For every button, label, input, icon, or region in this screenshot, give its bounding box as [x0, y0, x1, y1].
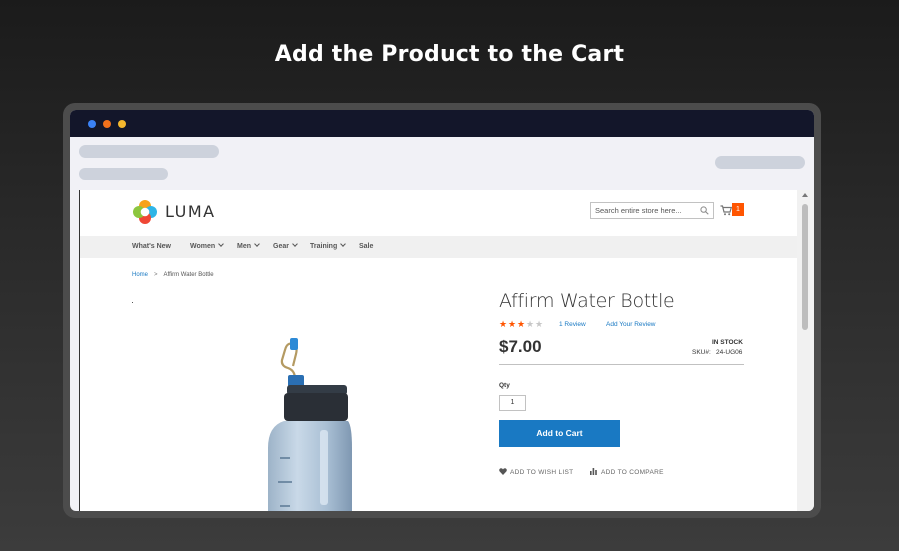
minimize-window-dot[interactable]: [103, 120, 111, 128]
quantity-input[interactable]: 1: [499, 395, 526, 411]
add-to-compare-link[interactable]: ADD TO COMPARE: [590, 468, 664, 476]
search-icon[interactable]: [700, 206, 709, 215]
close-window-dot[interactable]: [88, 120, 96, 128]
scroll-up-arrow-icon[interactable]: [802, 193, 808, 197]
breadcrumb-separator: >: [154, 272, 158, 278]
page-scrollbar[interactable]: [797, 190, 814, 511]
browser-window: LUMA Search entire store here... 1 What'…: [70, 110, 814, 511]
luma-logo-icon[interactable]: [132, 199, 158, 225]
sku-value: 24-UG06: [716, 349, 743, 356]
placeholder-bar: [79, 145, 219, 158]
nav-item-gear[interactable]: Gear: [273, 241, 298, 250]
browser-frame: LUMA Search entire store here... 1 What'…: [63, 103, 821, 518]
page-headline: Add the Product to the Cart: [274, 42, 625, 67]
nav-item-label: Women: [190, 243, 216, 250]
chevron-down-icon: [254, 241, 260, 247]
add-to-cart-button[interactable]: Add to Cart: [499, 420, 620, 447]
nav-item-label: Sale: [359, 243, 374, 250]
nav-item-sale[interactable]: Sale: [359, 243, 373, 250]
add-review-link[interactable]: Add Your Review: [606, 321, 656, 328]
scrollbar-thumb[interactable]: [802, 204, 808, 330]
add-to-wishlist-link[interactable]: ADD TO WISH LIST: [499, 468, 573, 476]
chevron-down-icon: [292, 241, 298, 247]
cart-count-badge[interactable]: 1: [732, 203, 744, 216]
breadcrumb-home-link[interactable]: Home: [132, 272, 148, 278]
product-price: $7.00: [499, 337, 542, 356]
breadcrumb-current: Affirm Water Bottle: [163, 272, 214, 278]
reviews-link[interactable]: 1 Review: [559, 321, 586, 328]
nav-item-label: Men: [237, 243, 251, 250]
placeholder-bar: [715, 156, 805, 169]
chevron-down-icon: [218, 241, 224, 247]
nav-item-whats-new[interactable]: What's New: [132, 243, 171, 250]
compare-label: ADD TO COMPARE: [601, 469, 664, 476]
chevron-down-icon: [340, 241, 347, 247]
image-loading-dot: [132, 302, 133, 303]
star-filled-icon: ★: [517, 319, 526, 329]
price-divider: [499, 364, 744, 365]
placeholder-bar: [79, 168, 168, 180]
nav-item-label: Gear: [273, 243, 289, 250]
qty-label: Qty: [499, 382, 510, 389]
product-image[interactable]: [260, 330, 360, 511]
nav-item-women[interactable]: Women: [190, 241, 224, 250]
nav-item-training[interactable]: Training: [310, 241, 347, 250]
star-empty-icon: ★: [526, 319, 535, 329]
main-navigation: What's New Women Men Gear Training Sale: [80, 236, 797, 258]
search-placeholder: Search entire store here...: [595, 206, 682, 215]
wishlist-label: ADD TO WISH LIST: [510, 469, 574, 476]
store-logo-text[interactable]: LUMA: [165, 202, 216, 221]
star-filled-icon: ★: [499, 319, 508, 329]
star-filled-icon: ★: [508, 319, 517, 329]
nav-item-label: Training: [310, 243, 338, 250]
breadcrumb: Home > Affirm Water Bottle: [132, 272, 214, 278]
stock-status: IN STOCK: [712, 339, 743, 346]
browser-titlebar: [70, 110, 814, 137]
nav-item-label: What's New: [132, 243, 172, 250]
compare-icon: [590, 468, 597, 475]
maximize-window-dot[interactable]: [118, 120, 126, 128]
product-title: Affirm Water Bottle: [499, 290, 675, 312]
search-input[interactable]: Search entire store here...: [590, 202, 714, 219]
sku-label: SKU#:: [692, 349, 711, 356]
heart-icon: [499, 468, 507, 475]
star-empty-icon: ★: [535, 319, 544, 329]
store-page: LUMA Search entire store here... 1 What'…: [79, 190, 797, 511]
cart-icon[interactable]: [720, 205, 732, 216]
nav-item-men[interactable]: Men: [237, 241, 260, 250]
